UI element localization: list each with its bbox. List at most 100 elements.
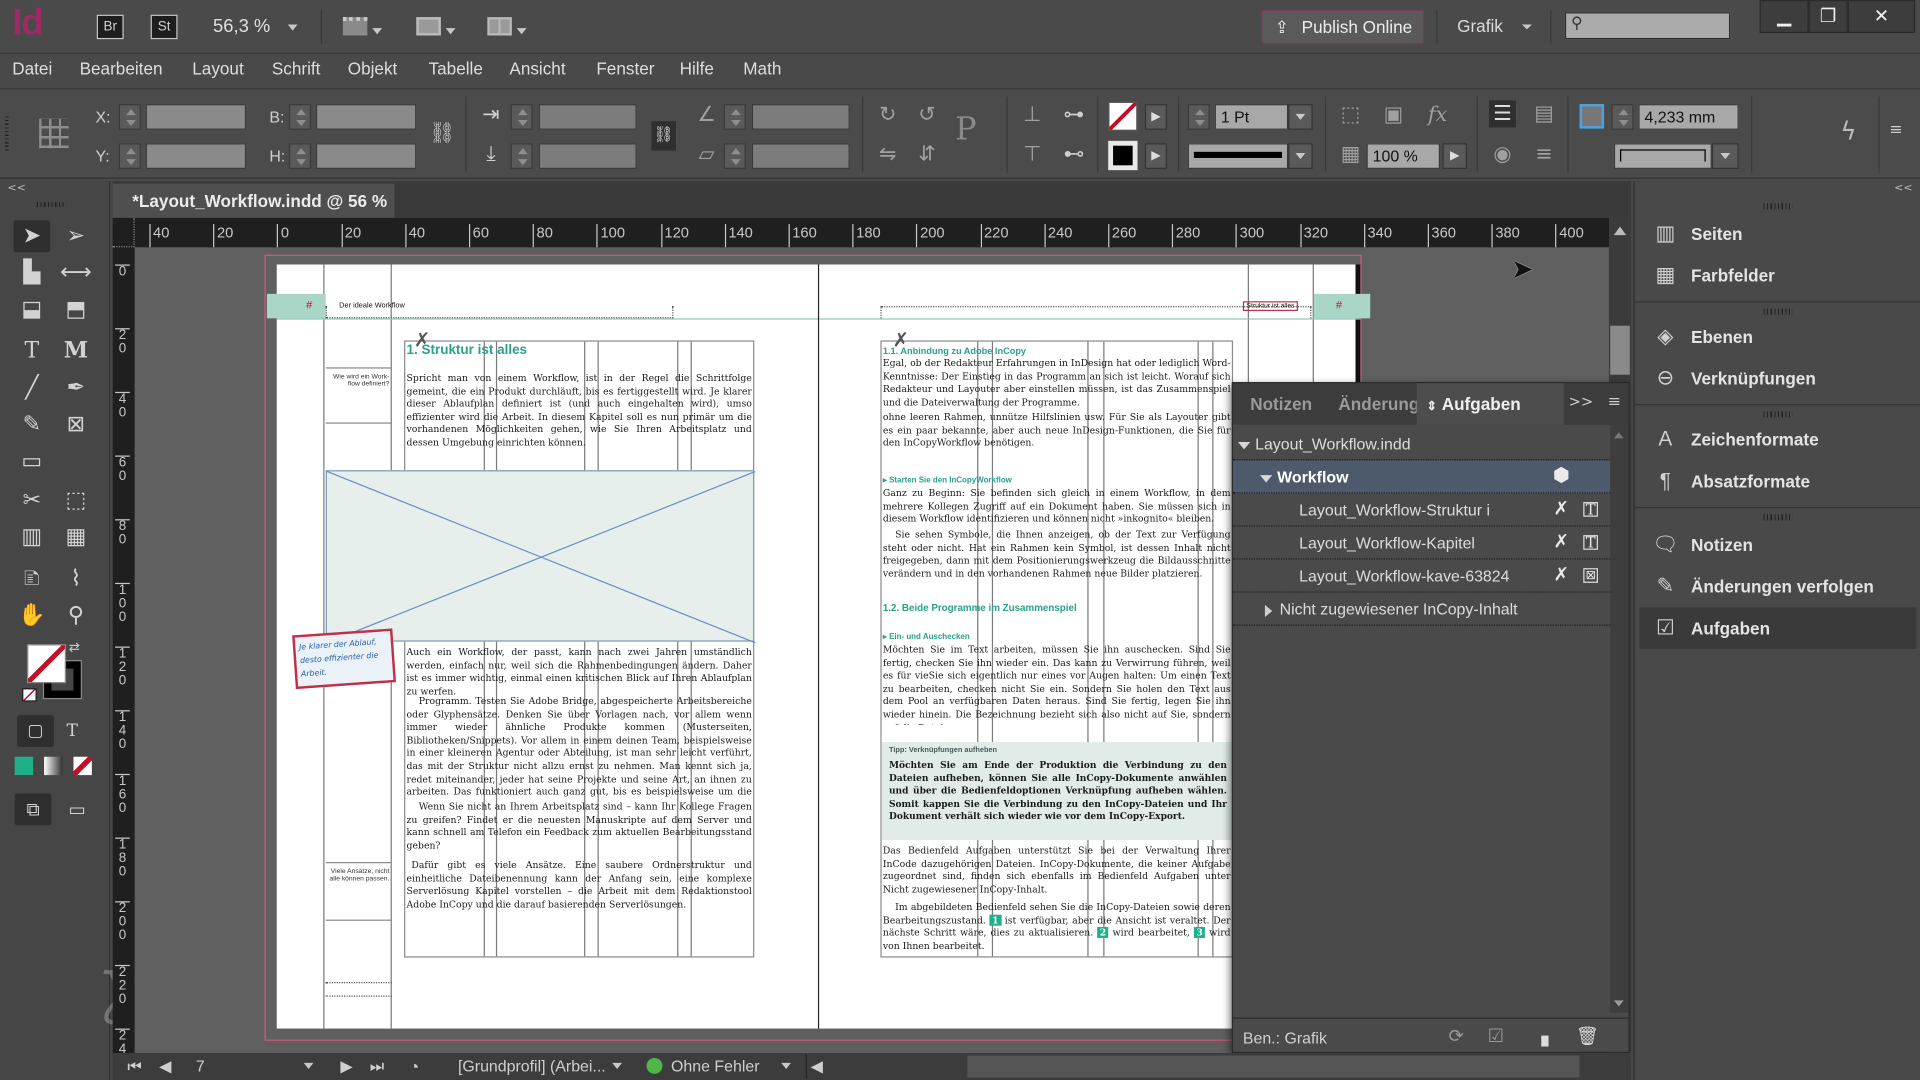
normal-view-mode-button[interactable]: ⧉ <box>14 793 52 826</box>
opacity-field[interactable]: 100 % <box>1366 143 1441 169</box>
dock-item-aenderungen-verfolgen[interactable]: ✎ Änderungen verfolgen <box>1640 566 1917 608</box>
expand-triangle-icon[interactable] <box>1237 441 1251 449</box>
swap-fill-stroke-icon[interactable]: ⇄ <box>69 639 80 655</box>
offset-stepper[interactable] <box>1611 104 1634 130</box>
dock-item-seiten[interactable]: ▥ Seiten <box>1640 213 1917 255</box>
arrange-documents-button[interactable] <box>487 17 527 40</box>
delete-icon[interactable]: 🗑 <box>1576 1025 1599 1047</box>
scroll-down-icon[interactable] <box>1613 1000 1624 1007</box>
dock-item-verknuepfungen[interactable]: ⊖ Verknüpfungen <box>1640 358 1917 400</box>
stroke-weight-dropdown[interactable] <box>1288 104 1313 130</box>
first-page-button[interactable]: ⏮ <box>127 1057 141 1077</box>
panel-scrollbar[interactable] <box>1610 424 1629 1013</box>
math-tool[interactable]: M <box>58 336 95 368</box>
panel-grip[interactable] <box>4 113 9 151</box>
scale-y-field[interactable] <box>538 143 637 169</box>
apply-color-button[interactable] <box>14 756 34 776</box>
scale-x-field[interactable] <box>538 104 637 130</box>
margin-note[interactable]: Wie wird ein Work-flow definiert? <box>325 367 392 424</box>
horizontal-scrollbar[interactable] <box>967 1055 1580 1078</box>
width-stepper[interactable] <box>288 104 312 130</box>
content-placer-tool[interactable]: ⬒ <box>58 294 95 326</box>
select-next-icon[interactable]: ⊷ <box>1060 141 1087 168</box>
text-wrap-none-icon[interactable]: ☰ <box>1488 100 1516 128</box>
pencil-tool[interactable]: ✎ <box>13 409 50 441</box>
select-content-icon[interactable]: ⊤ <box>1019 141 1046 168</box>
content-collector-tool[interactable]: ⬓ <box>13 294 50 326</box>
gradient-feather-tool[interactable]: ▦ <box>58 522 95 554</box>
panel-grip[interactable] <box>1763 308 1793 315</box>
collapsed-triangle-icon[interactable] <box>1264 604 1273 617</box>
gradient-swatch-tool[interactable]: ▥ <box>13 522 50 554</box>
scale-y-stepper[interactable] <box>510 143 533 169</box>
menu-tabelle[interactable]: Tabelle <box>429 59 483 79</box>
effects-fx-icon[interactable]: fx <box>1424 102 1451 129</box>
text-wrap-shape-icon[interactable]: ◉ <box>1489 141 1516 168</box>
free-transform-tool[interactable]: ⬚ <box>58 485 95 517</box>
check-out-icon[interactable]: ☑ <box>1488 1025 1504 1047</box>
tree-item-row[interactable]: Layout_Workflow-Kapitel ✗ T <box>1233 527 1611 560</box>
stroke-black-swatch[interactable] <box>1108 140 1138 171</box>
height-field[interactable] <box>315 143 417 169</box>
shear-field[interactable] <box>751 143 850 169</box>
drop-shadow-icon[interactable]: ▣ <box>1380 102 1407 129</box>
search-input[interactable]: ⚲ <box>1564 12 1731 40</box>
y-stepper[interactable] <box>118 143 141 169</box>
stock-button[interactable]: St <box>150 14 178 40</box>
tree-item-row[interactable]: Layout_Workflow-kave-63824 ✗ ⊠ <box>1233 560 1611 593</box>
link-scale-icon[interactable]: ⛓ <box>651 121 676 151</box>
menu-math[interactable]: Math <box>743 59 781 79</box>
view-options-button[interactable] <box>342 17 383 40</box>
direct-selection-tool[interactable]: ➢ <box>58 220 95 252</box>
text-wrap-jump-icon[interactable]: ≡ <box>1531 141 1558 168</box>
chevron-down-icon[interactable] <box>781 1062 792 1069</box>
dock-item-ebenen[interactable]: ◈ Ebenen <box>1640 316 1917 358</box>
ruler-origin[interactable] <box>112 217 135 248</box>
menu-layout[interactable]: Layout <box>192 59 243 79</box>
pen-tool[interactable]: ✒ <box>58 372 95 404</box>
preview-mode-button[interactable]: ▭ <box>59 793 96 825</box>
page-tool[interactable]: ▙ <box>13 257 50 289</box>
collapse-dock-icon[interactable]: << <box>1894 182 1912 194</box>
horizontal-ruler[interactable]: 40 20 0 20 40 60 80 100 120 140 160 180 200 220 240 260… <box>112 217 1609 248</box>
select-container-icon[interactable]: ⊥ <box>1019 102 1046 129</box>
tree-item-row[interactable]: Layout_Workflow-Struktur i ✗ T <box>1233 493 1611 527</box>
new-assignment-icon[interactable]: ▗ <box>1534 1025 1548 1047</box>
minimize-button[interactable]: ▁ <box>1759 0 1809 34</box>
rotate-ccw-icon[interactable]: ↺ <box>913 102 940 129</box>
workspace-switcher[interactable]: Grafik <box>1457 16 1533 36</box>
tab-aufgaben[interactable]: ⇕ Aufgaben <box>1416 383 1564 425</box>
previous-page-button[interactable]: ◀ <box>159 1057 171 1077</box>
quick-apply-icon[interactable]: ϟ <box>1840 116 1856 145</box>
close-window-button[interactable]: ✕ <box>1847 0 1916 34</box>
stroke-type-dropdown[interactable] <box>1288 143 1313 169</box>
sticky-note[interactable]: Je klarer der Ablauf, desto effizienter … <box>292 628 397 690</box>
stroke-weight-field[interactable]: 1 Pt <box>1214 104 1289 130</box>
rotation-stepper[interactable] <box>723 104 746 130</box>
restore-button[interactable]: ❐ <box>1808 0 1848 34</box>
eyedropper-tool[interactable]: ⌇ <box>58 563 95 595</box>
chevron-down-icon[interactable] <box>612 1062 623 1069</box>
scissors-tool[interactable]: ✂ <box>13 485 50 517</box>
scale-x-stepper[interactable] <box>510 104 533 130</box>
dock-item-farbfelder[interactable]: ▦ Farbfelder <box>1640 255 1917 297</box>
vertical-ruler[interactable]: 0 20 40 60 80 100 120 140 160 180 200 220 240 <box>112 247 135 1056</box>
constrain-proportions-icon[interactable]: ⛓ <box>429 120 456 147</box>
flip-horizontal-icon[interactable]: ⇋ <box>874 141 901 168</box>
default-fill-stroke-icon[interactable] <box>22 688 37 702</box>
select-previous-icon[interactable]: ⊶ <box>1060 102 1087 129</box>
menu-datei[interactable]: Datei <box>12 59 52 79</box>
tree-document-row[interactable]: Layout_Workflow.indd <box>1233 427 1611 461</box>
shear-stepper[interactable] <box>723 143 746 169</box>
zoom-level-dropdown[interactable]: 56,3 % <box>213 16 298 37</box>
tree-assignment-row[interactable]: Workflow ⬢ <box>1233 460 1611 494</box>
hand-tool[interactable]: ✋ <box>13 600 50 632</box>
x-field[interactable] <box>145 104 247 130</box>
rotation-field[interactable] <box>751 104 850 130</box>
panel-menu-icon[interactable]: ≡ <box>1608 393 1621 411</box>
expand-panel-icon[interactable]: >> <box>1569 393 1594 410</box>
rotate-cw-icon[interactable]: ↻ <box>874 102 901 129</box>
frame-fitting-preset-field[interactable] <box>1613 143 1712 169</box>
note-tool[interactable]: 🗈 <box>13 563 50 595</box>
stroke-type-field[interactable] <box>1187 143 1289 169</box>
